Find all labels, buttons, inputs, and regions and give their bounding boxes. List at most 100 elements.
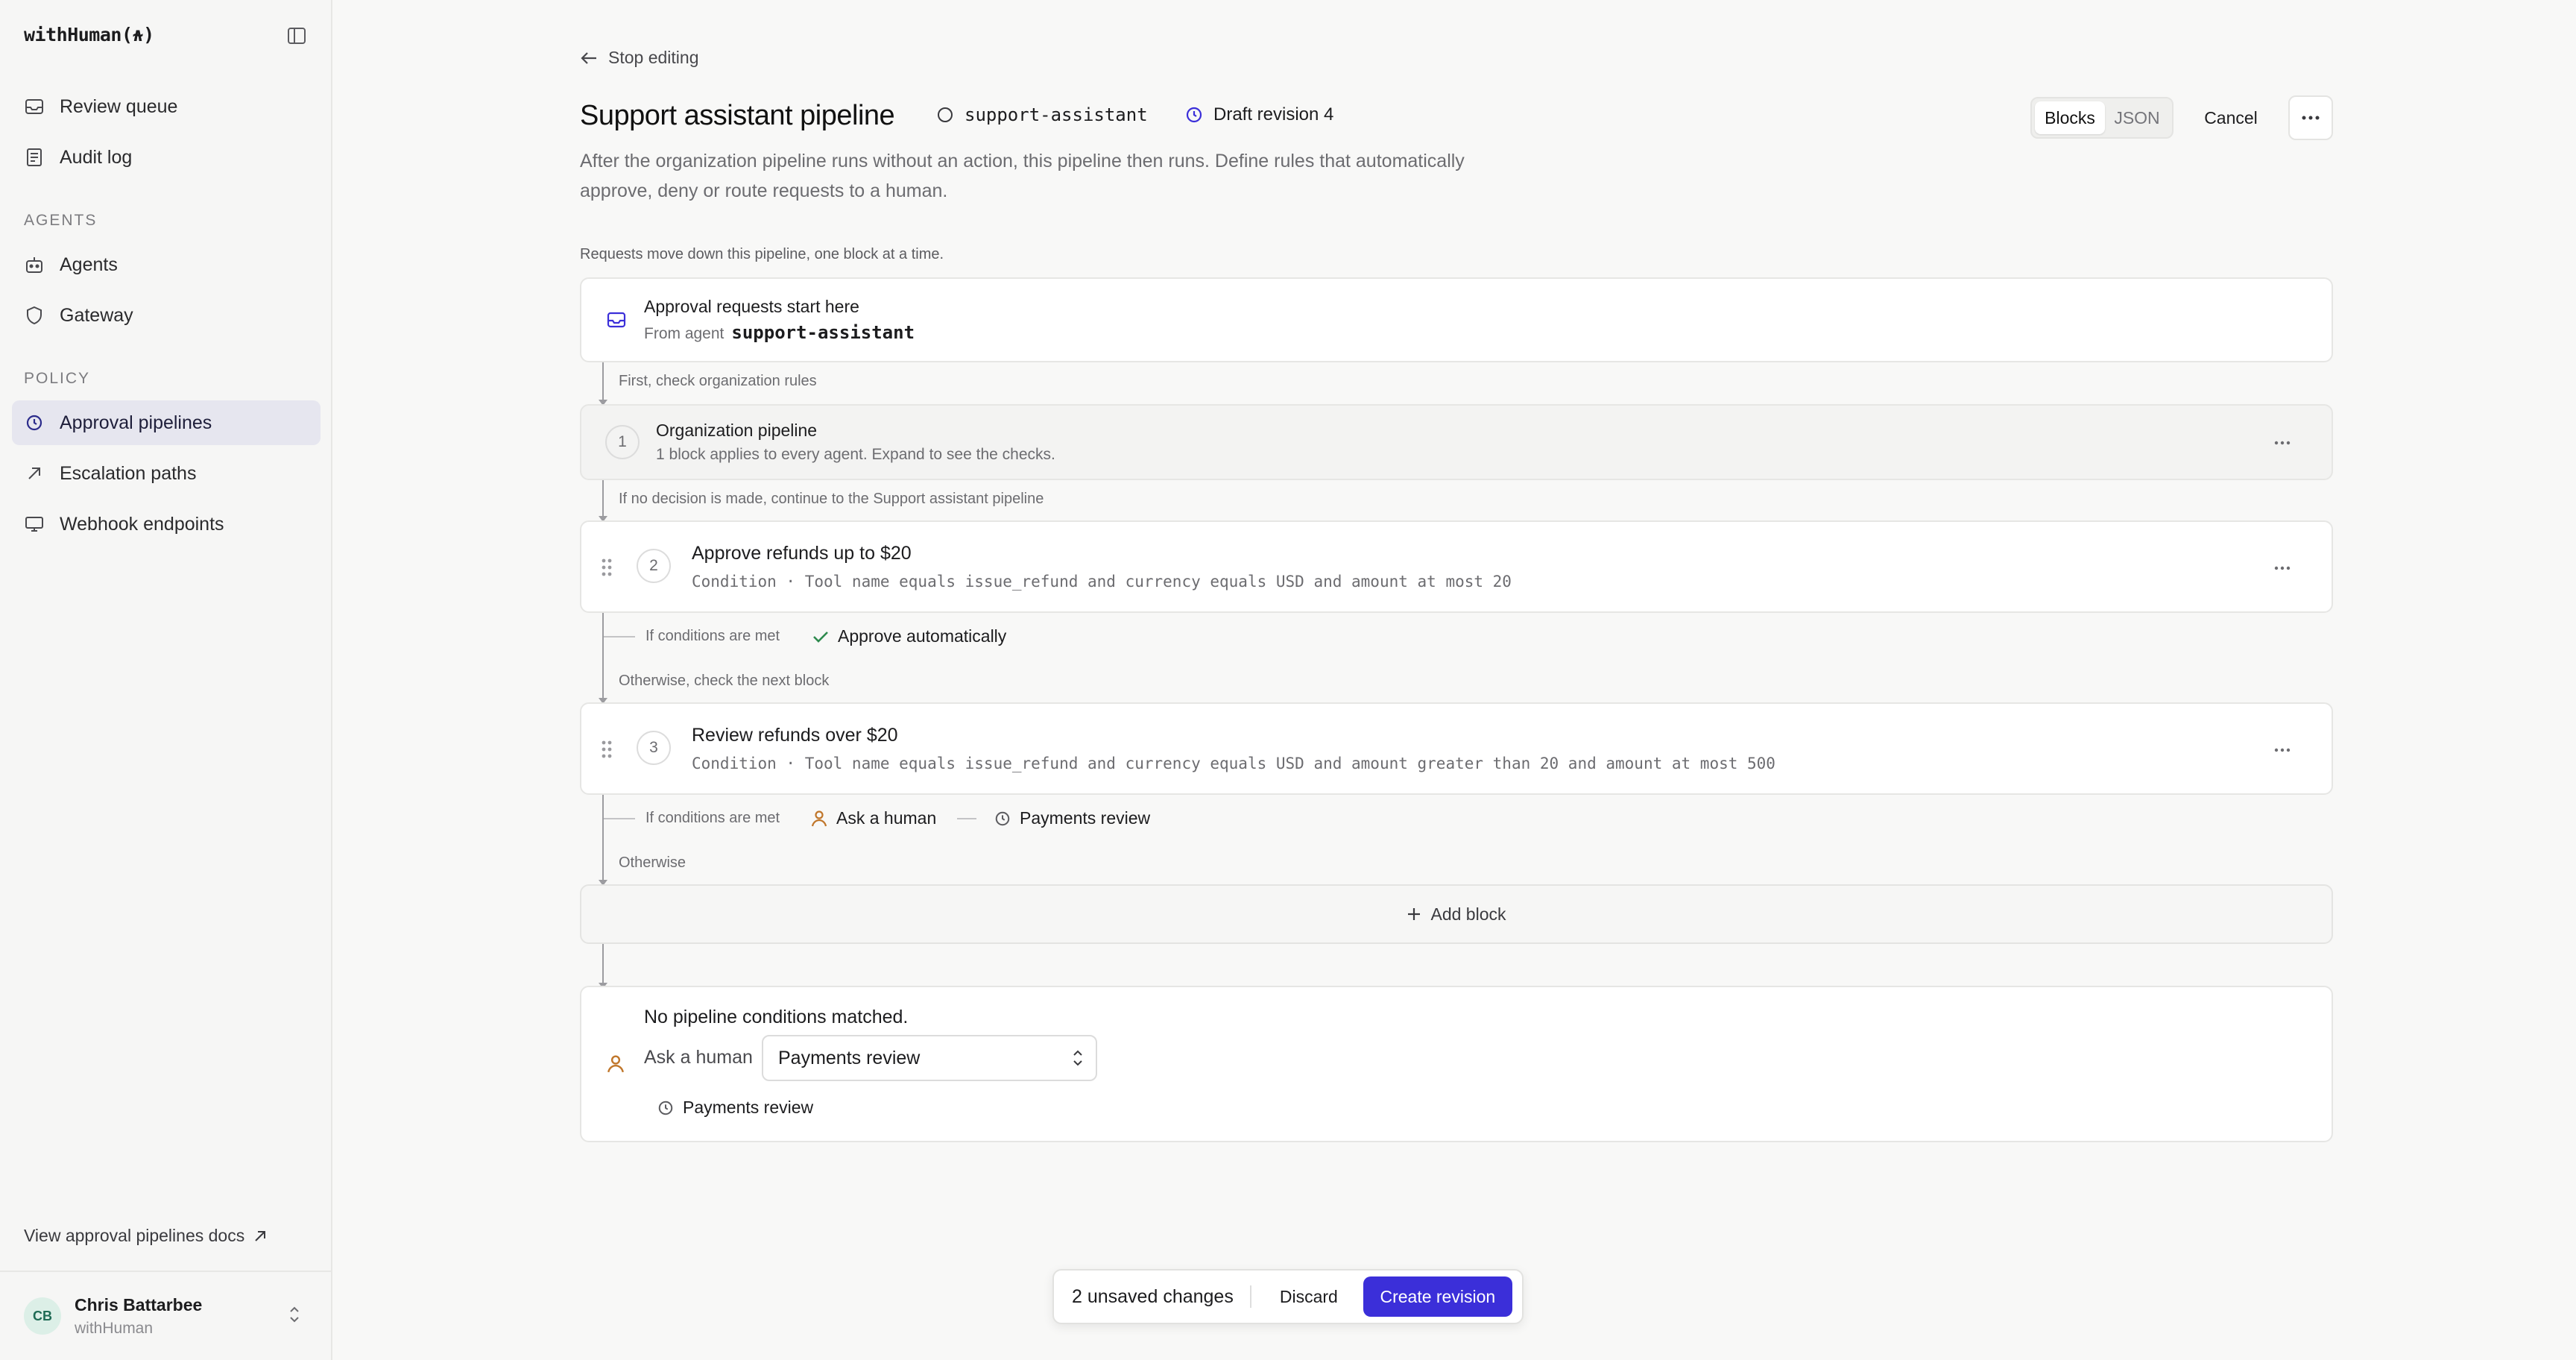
escalation-select[interactable]: Payments review [762, 1035, 1097, 1081]
fallback-title: No pipeline conditions matched. [644, 1007, 909, 1027]
outcome-label: Approve automatically [838, 626, 1007, 646]
outcome-target: Payments review [994, 808, 1150, 828]
more-horizontal-icon [2274, 566, 2291, 570]
divider [1249, 1285, 1251, 1308]
arrow-up-right-icon [24, 463, 45, 484]
start-card: Approval requests start here From agent … [580, 277, 2333, 362]
sidebar-item-review-queue[interactable]: Review queue [12, 84, 321, 129]
block-more-button[interactable] [2267, 428, 2297, 458]
more-options-button[interactable] [2288, 95, 2333, 140]
arrow-left-icon [581, 51, 596, 64]
drag-handle-icon[interactable] [598, 556, 616, 579]
user-org: withHuman [75, 1319, 154, 1337]
more-horizontal-icon [2302, 116, 2320, 120]
step-label: First, check organization rules [619, 373, 817, 389]
avatar: CB [24, 1297, 61, 1335]
connector-line [602, 362, 604, 403]
connector-line [602, 944, 604, 986]
block-title: Review refunds over $20 [692, 725, 898, 746]
sidebar-item-label: Approval pipelines [60, 412, 212, 433]
sidebar-item-label: Agents [60, 254, 118, 275]
user-menu[interactable]: CB Chris Battarbee withHuman [0, 1271, 332, 1360]
agent-chip: support-assistant [936, 104, 1148, 125]
person-icon [811, 810, 827, 826]
person-icon [607, 1055, 624, 1073]
block-title: Organization pipeline [656, 421, 818, 440]
sidebar-toggle-button[interactable] [283, 22, 310, 49]
org-pipeline-card[interactable]: 1 Organization pipeline 1 block applies … [580, 404, 2333, 480]
sidebar-item-agents[interactable]: Agents [12, 242, 321, 287]
app-root: withHuman(⍲) Review queue Audit log AGEN… [0, 0, 2576, 1360]
otherwise-label: Otherwise [619, 854, 686, 871]
sidebar-panel-icon [288, 28, 306, 44]
stop-editing-link[interactable]: Stop editing [580, 48, 698, 68]
more-horizontal-icon [2274, 748, 2291, 752]
sidebar-item-approval-pipelines[interactable]: Approval pipelines [12, 400, 321, 445]
start-source: From agent support-assistant [644, 322, 915, 343]
sidebar-item-label: Review queue [60, 95, 178, 117]
outcome-separator [957, 818, 976, 819]
step-label: If no decision is made, continue to the … [619, 491, 1044, 507]
cancel-button[interactable]: Cancel [2187, 97, 2275, 139]
section-label-agents: AGENTS [24, 212, 98, 229]
sidebar-item-label: Audit log [60, 146, 133, 168]
app-logo: withHuman(⍲) [24, 24, 154, 45]
connector-line [602, 613, 604, 701]
add-block-button[interactable]: Add block [580, 884, 2333, 944]
pipeline-block[interactable]: 3 Review refunds over $20 Condition · To… [580, 702, 2333, 795]
revision-label: Draft revision 4 [1213, 104, 1334, 125]
tab-blocks[interactable]: Blocks [2035, 101, 2105, 134]
discard-button[interactable]: Discard [1280, 1287, 1338, 1307]
pipeline-hint: Requests move down this pipeline, one bl… [580, 246, 944, 262]
sidebar-item-escalation-paths[interactable]: Escalation paths [12, 451, 321, 496]
sidebar-item-audit-log[interactable]: Audit log [12, 135, 321, 180]
block-number: 3 [637, 731, 671, 765]
block-title: Approve refunds up to $20 [692, 543, 912, 564]
branch-line [604, 636, 635, 638]
check-icon [813, 631, 828, 643]
section-label-policy: POLICY [24, 370, 91, 387]
escalation-select-value: Payments review [778, 1047, 921, 1068]
block-more-button[interactable] [2267, 735, 2297, 765]
branch-line [604, 818, 635, 819]
inbox-icon [24, 96, 45, 117]
docs-link[interactable]: View approval pipelines docs [24, 1226, 267, 1246]
block-number: 2 [637, 549, 671, 583]
chevron-up-down-icon[interactable] [288, 1305, 301, 1324]
add-block-label: Add block [1430, 904, 1506, 924]
pipeline-block[interactable]: 2 Approve refunds up to $20 Condition · … [580, 520, 2333, 613]
connector-line [602, 480, 604, 519]
if-label: If conditions are met [645, 810, 780, 826]
external-link-icon [255, 1230, 266, 1241]
fallback-target: Payments review [657, 1098, 813, 1118]
fallback-target-label: Payments review [683, 1098, 814, 1117]
fallback-action-label: Ask a human [644, 1047, 753, 1068]
sidebar-item-gateway[interactable]: Gateway [12, 293, 321, 338]
inbox-icon [607, 312, 626, 328]
block-condition: Condition · Tool name equals issue_refun… [692, 755, 1775, 772]
circle-icon [938, 107, 953, 122]
tab-json[interactable]: JSON [2105, 101, 2169, 134]
shield-icon [24, 305, 45, 326]
unsaved-count: 2 unsaved changes [1072, 1285, 1234, 1307]
agent-name: support-assistant [965, 104, 1148, 125]
outcome-approve: Approve automatically [812, 626, 1006, 646]
monitor-icon [24, 514, 45, 535]
drag-handle-icon[interactable] [598, 738, 616, 761]
block-more-button[interactable] [2267, 553, 2297, 583]
sidebar-item-label: Webhook endpoints [60, 513, 224, 535]
block-number: 1 [605, 425, 640, 459]
connector-line [602, 795, 604, 883]
create-revision-button[interactable]: Create revision [1363, 1276, 1512, 1317]
stop-editing-label: Stop editing [608, 48, 699, 67]
view-toggle: Blocks JSON [2030, 97, 2174, 139]
page-description: After the organization pipeline runs wit… [580, 151, 1465, 201]
otherwise-label: Otherwise, check the next block [619, 673, 830, 689]
outcome-label: Ask a human [836, 808, 937, 828]
sidebar-item-webhook-endpoints[interactable]: Webhook endpoints [12, 502, 321, 547]
clock-icon [995, 811, 1010, 825]
sidebar: withHuman(⍲) Review queue Audit log AGEN… [0, 0, 332, 1360]
unsaved-changes-bar: 2 unsaved changes Discard Create revisio… [1052, 1269, 1524, 1324]
sidebar-item-label: Escalation paths [60, 462, 197, 484]
block-condition: Condition · Tool name equals issue_refun… [692, 573, 1512, 591]
